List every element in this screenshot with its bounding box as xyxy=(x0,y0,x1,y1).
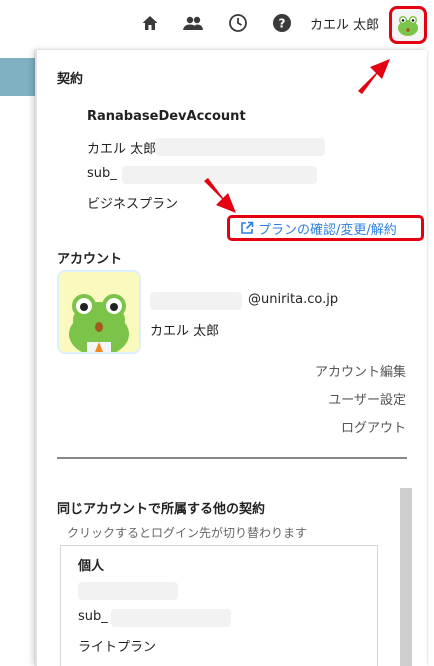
frog-avatar-icon xyxy=(398,16,418,36)
other-contracts-title: 同じアカウントで所属する他の契約 xyxy=(57,502,266,517)
svg-text:?: ? xyxy=(279,17,286,31)
other-contracts-hint: クリックするとログイン先が切り替わります xyxy=(67,526,308,540)
background-sidebar xyxy=(0,58,36,96)
account-name: カエル 太郎 xyxy=(150,324,220,339)
user-settings-link[interactable]: ユーザー設定 xyxy=(328,389,406,408)
redacted-field xyxy=(155,138,325,156)
frog-avatar-icon xyxy=(69,294,129,352)
help-icon[interactable]: ? xyxy=(271,12,293,34)
plan-manage-link-label: プランの確認/変更/解約 xyxy=(258,222,397,238)
other-contract-plan: ライトプラン xyxy=(78,640,157,655)
contract-plan-name: ビジネスプラン xyxy=(87,197,179,212)
logout-link[interactable]: ログアウト xyxy=(341,417,406,436)
contract-sub-id: sub_ xyxy=(87,166,117,181)
account-avatar xyxy=(57,270,141,354)
annotation-arrow-plan xyxy=(204,178,236,213)
other-contract-title: 個人 xyxy=(78,559,105,574)
header-username[interactable]: カエル 太郎 xyxy=(310,14,379,33)
clock-icon[interactable] xyxy=(227,12,249,34)
account-edit-link[interactable]: アカウント編集 xyxy=(315,361,406,380)
redacted-field xyxy=(150,292,242,310)
redacted-field xyxy=(111,609,231,627)
group-icon[interactable] xyxy=(182,12,204,34)
panel-border xyxy=(35,50,37,666)
other-contract-sub-id: sub_ xyxy=(78,609,108,624)
contract-account-name: RanabaseDevAccount xyxy=(87,109,246,124)
contract-owner-name: カエル 太郎 xyxy=(87,142,157,157)
user-avatar-button[interactable] xyxy=(389,6,427,44)
plan-manage-link[interactable]: プランの確認/変更/解約 xyxy=(227,215,424,241)
account-email-domain: @unirita.co.jp xyxy=(248,292,339,307)
home-icon[interactable] xyxy=(139,12,161,34)
scrollbar[interactable] xyxy=(400,488,412,666)
other-contract-item[interactable]: 個人 sub_ ライトプラン xyxy=(60,545,378,666)
top-bar: ? カエル 太郎 xyxy=(0,0,434,52)
annotation-arrow-avatar xyxy=(358,59,390,94)
external-link-icon xyxy=(241,221,254,234)
redacted-field xyxy=(78,582,178,600)
contract-section-title: 契約 xyxy=(57,72,84,87)
account-section-title: アカウント xyxy=(57,252,123,267)
section-divider xyxy=(57,457,407,459)
